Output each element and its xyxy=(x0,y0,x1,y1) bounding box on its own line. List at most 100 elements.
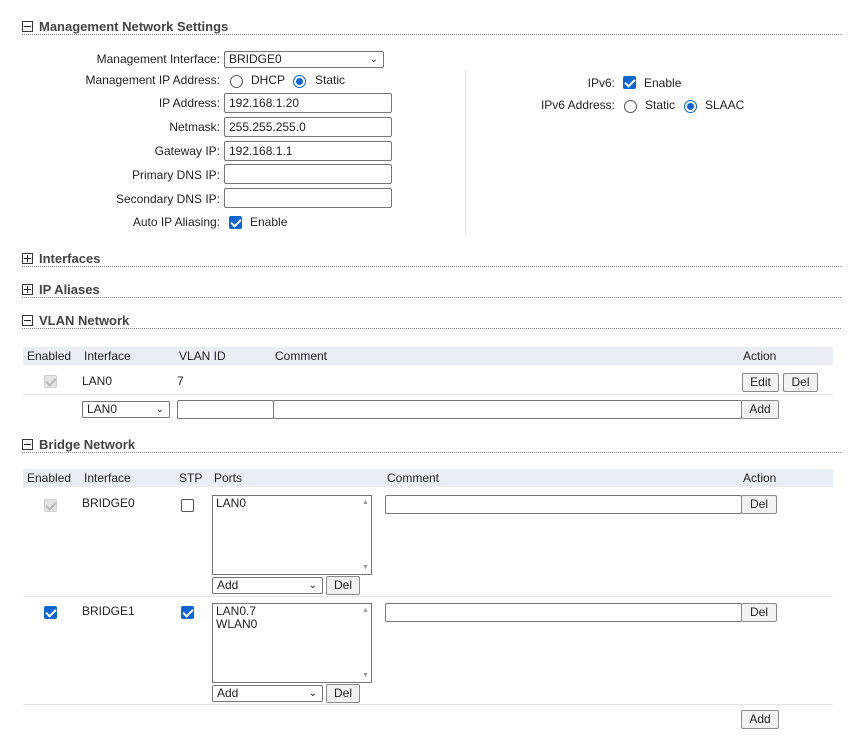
secondary-dns-input[interactable] xyxy=(224,188,392,208)
section-title: Interfaces xyxy=(39,250,101,266)
ip-aliases-section-header[interactable]: IP Aliases xyxy=(22,281,841,298)
dhcp-radio[interactable] xyxy=(230,75,243,88)
expand-icon[interactable] xyxy=(22,252,33,264)
vlan-new-comment-input[interactable] xyxy=(273,400,742,419)
ipv6-slaac-radio[interactable] xyxy=(684,100,697,113)
chevron-down-icon: ⌄ xyxy=(369,54,378,65)
bridge1-stp-checkbox[interactable] xyxy=(181,606,194,619)
auto-aliasing-option: Enable xyxy=(250,215,288,229)
header-interface: Interface xyxy=(84,349,131,363)
ipv6-enable-label: Enable xyxy=(644,76,682,90)
bridge0-add-port-select[interactable]: Add ⌄ xyxy=(212,577,323,594)
vlan-edit-button[interactable]: Edit xyxy=(742,373,779,392)
gateway-label: Gateway IP: xyxy=(154,144,220,158)
header-interface: Interface xyxy=(84,471,131,485)
ip-address-label: IP Address: xyxy=(158,96,220,110)
column-divider xyxy=(465,70,466,235)
netmask-input[interactable]: 255.255.255.0 xyxy=(224,117,392,137)
scroll-down-icon[interactable]: ▼ xyxy=(362,672,369,679)
primary-dns-input[interactable] xyxy=(224,164,392,184)
auto-aliasing-label: Auto IP Aliasing: xyxy=(132,215,220,229)
section-title: VLAN Network xyxy=(39,312,130,328)
ipv6-slaac-label: SLAAC xyxy=(705,98,745,112)
bridge1-comment-input[interactable] xyxy=(385,603,742,622)
header-action: Action xyxy=(743,349,777,363)
header-stp: STP xyxy=(179,471,203,485)
ip-address-input[interactable]: 192.168.1.20 xyxy=(224,93,392,113)
bridge1-del-button[interactable]: Del xyxy=(741,603,777,622)
bridge0-del-button[interactable]: Del xyxy=(741,495,777,514)
vlan-add-button[interactable]: Add xyxy=(741,400,779,419)
ipv6-label: IPv6: xyxy=(587,76,615,90)
row-divider xyxy=(23,394,833,395)
bridge1-enabled-checkbox[interactable] xyxy=(44,606,57,619)
header-action: Action xyxy=(743,471,777,485)
vlan-interface: LAN0 xyxy=(82,374,113,388)
vlan-section-header[interactable]: VLAN Network xyxy=(22,312,841,329)
row-divider xyxy=(23,704,833,705)
collapse-icon[interactable] xyxy=(22,438,33,450)
gateway-input[interactable]: 192.168.1.1 xyxy=(224,141,392,161)
bridge1-interface: BRIDGE1 xyxy=(82,604,135,618)
collapse-icon[interactable] xyxy=(22,314,33,326)
netmask-label: Netmask: xyxy=(169,120,220,134)
bridge0-stp-checkbox[interactable] xyxy=(181,499,194,512)
management-interface-label: Management Interface: xyxy=(96,52,220,66)
scrollbar[interactable]: ▲ ▼ xyxy=(359,496,371,574)
vlan-del-button[interactable]: Del xyxy=(783,373,818,392)
vlan-enabled-checkbox xyxy=(44,375,57,388)
secondary-dns-label: Secondary DNS IP: xyxy=(115,192,220,206)
ipv6-static-label: Static xyxy=(645,98,676,112)
bridge1-add-port-select[interactable]: Add ⌄ xyxy=(212,685,323,702)
chevron-down-icon: ⌄ xyxy=(155,404,164,415)
vlan-new-id-input[interactable] xyxy=(177,400,274,419)
header-enabled: Enabled xyxy=(27,471,72,485)
bridge1-port-del-button[interactable]: Del xyxy=(326,684,360,703)
row-divider xyxy=(23,596,833,597)
header-ports: Ports xyxy=(214,471,243,485)
management-ip-mode-label: Management IP Address: xyxy=(85,73,220,87)
header-enabled: Enabled xyxy=(27,349,72,363)
interfaces-section-header[interactable]: Interfaces xyxy=(22,250,841,267)
bridge0-add-port-value: Add xyxy=(217,578,239,592)
expand-icon[interactable] xyxy=(22,283,33,295)
section-title: Management Network Settings xyxy=(39,18,229,34)
ipv6-static-radio[interactable] xyxy=(624,100,637,113)
bridge-section-header[interactable]: Bridge Network xyxy=(22,436,841,453)
header-comment: Comment xyxy=(387,471,440,485)
ipv6-address-label: IPv6 Address: xyxy=(540,98,615,112)
bridge0-enabled-checkbox xyxy=(44,499,57,512)
collapse-icon[interactable] xyxy=(22,20,33,32)
static-radio[interactable] xyxy=(293,75,306,88)
scroll-up-icon[interactable]: ▲ xyxy=(362,499,369,506)
bridge-add-button[interactable]: Add xyxy=(741,710,779,729)
bridge1-add-port-value: Add xyxy=(217,686,239,700)
bridge0-interface: BRIDGE0 xyxy=(82,496,135,510)
port-item[interactable]: WLAN0 xyxy=(216,618,368,631)
dhcp-label: DHCP xyxy=(251,73,286,87)
ipv6-enable-checkbox[interactable] xyxy=(623,76,636,89)
bridge0-ports-listbox[interactable]: LAN0 ▲ ▼ xyxy=(212,495,372,575)
static-label: Static xyxy=(315,73,346,87)
bridge0-port-del-button[interactable]: Del xyxy=(326,576,360,595)
port-item[interactable]: LAN0 xyxy=(216,497,368,510)
section-title: Bridge Network xyxy=(39,436,136,452)
vlan-id: 7 xyxy=(177,374,184,388)
section-title: IP Aliases xyxy=(39,281,100,297)
scroll-up-icon[interactable]: ▲ xyxy=(362,607,369,614)
scroll-down-icon[interactable]: ▼ xyxy=(362,564,369,571)
bridge1-ports-listbox[interactable]: LAN0.7 WLAN0 ▲ ▼ xyxy=(212,603,372,683)
management-interface-select[interactable]: BRIDGE0 ⌄ xyxy=(224,51,384,68)
auto-aliasing-checkbox[interactable] xyxy=(229,216,242,229)
scrollbar[interactable]: ▲ ▼ xyxy=(359,604,371,682)
primary-dns-label: Primary DNS IP: xyxy=(131,168,220,182)
bridge0-comment-input[interactable] xyxy=(385,495,742,514)
chevron-down-icon: ⌄ xyxy=(308,688,317,699)
vlan-new-interface-value: LAN0 xyxy=(87,402,118,416)
header-comment: Comment xyxy=(275,349,328,363)
management-section-header[interactable]: Management Network Settings xyxy=(22,18,841,35)
management-interface-value: BRIDGE0 xyxy=(229,52,282,66)
header-vlan-id: VLAN ID xyxy=(179,349,226,363)
vlan-new-interface-select[interactable]: LAN0 ⌄ xyxy=(82,401,170,418)
vlan-table-header: Enabled Interface VLAN ID Comment Action xyxy=(23,347,833,365)
